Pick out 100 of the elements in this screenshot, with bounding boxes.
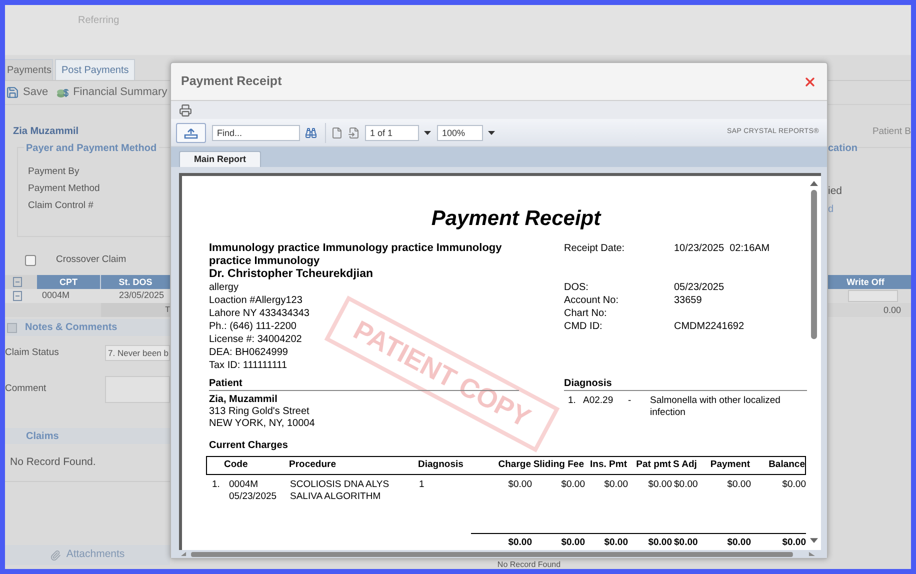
patient-name: Zia, Muzammil [209, 394, 278, 406]
close-button[interactable] [803, 74, 817, 88]
diagnosis-description: Salmonella with other localized infection [650, 395, 782, 419]
detail-label: CMD ID: [564, 320, 604, 333]
detail-value: 10/23/2025 02:16AM [674, 242, 770, 255]
patient-address: NEW YORK, NY, 10004 [209, 418, 315, 430]
procedure-code: 0004M [229, 479, 258, 491]
procedure-name: SALIVA ALGORITHM [290, 491, 381, 503]
toolbar-button[interactable]: Save [6, 84, 48, 101]
field-label: Claim Control # [28, 199, 94, 212]
amount: $0.00 [673, 479, 699, 492]
total-amount: $0.00 [647, 537, 672, 549]
close-icon [803, 74, 817, 88]
report-tab[interactable]: Main Report [179, 151, 262, 167]
empty-message: No Record Found [497, 560, 561, 569]
page-arrow-icon [348, 126, 360, 138]
total-amount: $0.00 [507, 537, 532, 549]
detail-label: Receipt Date: [564, 242, 626, 255]
diagnosis-separator: - [628, 395, 632, 408]
section-heading: Current Charges [209, 440, 288, 452]
detail-value: 05/23/2025 [674, 281, 724, 294]
paperclip-icon [50, 550, 62, 560]
crossover-checkbox[interactable] [25, 254, 36, 266]
amount: $0.00 [647, 479, 672, 492]
table-cell: 0.00 [828, 303, 911, 317]
doctor-name: Dr. Christopher Tcheurekdjian [209, 268, 374, 281]
patient-name: Zia Muzammil [13, 125, 79, 139]
provider-detail: License #: 34004202 [209, 333, 302, 346]
column-header: Ins. Pmt [589, 458, 627, 472]
section-heading: Diagnosis [564, 378, 612, 389]
empty-message: No Record Found. [10, 454, 96, 470]
collapse-icon[interactable] [13, 277, 22, 287]
diagnosis-number: 1. [567, 395, 577, 408]
zoom-dropdown-caret[interactable] [488, 130, 495, 134]
column-header: Code [224, 458, 249, 472]
previous-page-button[interactable] [348, 126, 360, 138]
zoom-field[interactable]: 100% [437, 124, 483, 140]
amount: $0.00 [726, 479, 751, 492]
claim-status-select[interactable]: 7. Never been b [105, 345, 170, 361]
page-icon [331, 126, 343, 138]
field-label: Comment [5, 382, 48, 396]
binoculars-icon [305, 126, 317, 138]
page-field[interactable]: 1 of 1 [365, 124, 419, 140]
next-page-button[interactable] [331, 126, 343, 138]
header-label: Referring [78, 15, 120, 26]
total-amount: $0.00 [603, 537, 628, 549]
table-cell: T [101, 303, 170, 317]
diagnosis-pointer: 1 [419, 479, 426, 492]
practice-name: Immunology practice Immunology practice Immunology practice Immunology [209, 242, 503, 268]
section-title: Claims [26, 430, 59, 444]
print-button[interactable] [179, 104, 192, 116]
column-header: Procedure [289, 458, 337, 472]
toolbar-button[interactable]: Financial Summary [56, 84, 168, 101]
column-header: Payment [709, 458, 750, 472]
provider-detail: allergy [209, 281, 238, 294]
status-link[interactable]: d [828, 202, 911, 217]
provider-detail: Lahore NY 433434343 [209, 307, 310, 320]
column-header: St. DOS [101, 275, 170, 289]
amount: $0.00 [507, 479, 532, 492]
column-header: Charge [497, 458, 531, 472]
provider-detail: Loaction #Allergy123 [209, 294, 302, 307]
page-dropdown-caret[interactable] [424, 130, 431, 134]
detail-value: CMDM2241692 [674, 320, 744, 333]
total-amount: $0.00 [673, 537, 699, 549]
column-header: Write Off [828, 275, 911, 289]
report-title: Payment Receipt [431, 207, 601, 231]
detail-label: Chart No: [564, 307, 608, 320]
section-title: Payer and Payment Method [24, 141, 159, 156]
amount: $0.00 [603, 479, 628, 492]
save-icon [6, 86, 19, 99]
row-number: 1. [211, 479, 221, 492]
checkbox-label: Crossover Claim [56, 252, 126, 267]
field-label: Payment Method [28, 182, 101, 195]
total-amount: $0.00 [560, 537, 585, 549]
find-field[interactable]: Find... [212, 124, 300, 140]
provider-detail: Tax ID: 111111111 [209, 359, 288, 372]
dialog-title: Payment Receipt [181, 73, 282, 90]
search-button[interactable] [305, 126, 317, 138]
notes-icon [7, 322, 17, 332]
upload-icon [183, 126, 199, 138]
column-header: S Adj [672, 458, 698, 472]
amount: $0.00 [560, 479, 585, 492]
provider-detail: Ph.: (646) 111-2200 [209, 320, 296, 333]
diagnosis-code: A02.29 [583, 395, 614, 408]
page-tab[interactable]: Payments [5, 59, 54, 80]
table-cell-text: 0004M [41, 289, 71, 302]
detail-value: 33659 [674, 294, 702, 307]
column-header: Diagnosis [418, 458, 464, 472]
collapse-icon[interactable] [13, 291, 22, 301]
export-button[interactable] [176, 122, 206, 142]
detail-label: DOS: [564, 281, 590, 294]
write-off-field[interactable] [848, 290, 898, 302]
column-header: CPT [37, 275, 101, 289]
patient-label: Patient B [872, 124, 911, 139]
section-heading: Patient [209, 378, 242, 389]
patient-address: 313 Ring Gold's Street [209, 406, 310, 418]
page-tab[interactable]: Post Payments [55, 59, 135, 80]
attachments-bar[interactable]: Attachments [5, 545, 170, 565]
comment-field[interactable] [105, 376, 170, 402]
column-header: Pat pmt [635, 458, 671, 472]
